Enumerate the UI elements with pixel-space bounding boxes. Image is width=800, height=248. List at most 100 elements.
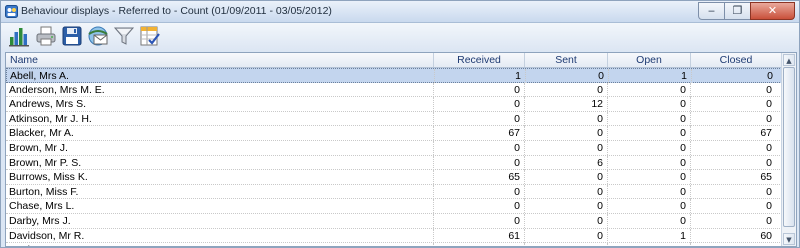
cell-open: 0 — [608, 213, 691, 228]
filter-funnel-icon — [113, 27, 135, 45]
column-header-closed[interactable]: Closed — [691, 53, 782, 67]
cell-closed: 60 — [760, 229, 772, 242]
cell-name: Andrews, Mrs S. — [9, 97, 434, 112]
table-row[interactable]: Burrows, Miss K. 65 0 0 65 — [6, 170, 782, 185]
cell-received: 0 — [434, 140, 525, 155]
cell-closed: 0 — [766, 156, 772, 169]
cell-open: 0 — [608, 97, 691, 112]
column-header-sent[interactable]: Sent — [525, 53, 608, 67]
behaviour-displays-window: Behaviour displays - Referred to - Count… — [0, 0, 800, 248]
cell-closed: 0 — [766, 112, 772, 125]
cell-name: Blacker, Mr A. — [9, 126, 434, 141]
vertical-scrollbar[interactable]: ▲ ▼ — [781, 53, 796, 246]
save-button[interactable] — [60, 24, 84, 48]
cell-open: 0 — [608, 126, 691, 141]
cell-sent: 0 — [525, 82, 608, 97]
column-chooser-icon — [140, 26, 160, 46]
column-chooser-button[interactable] — [138, 24, 162, 48]
cell-open: 1 — [608, 228, 691, 243]
table-row[interactable]: Darby, Mrs J. 0 0 0 0 — [6, 213, 782, 229]
scroll-down-arrow[interactable]: ▼ — [783, 233, 795, 245]
table-row[interactable]: Brown, Mr P. S. 0 6 0 0 — [6, 155, 782, 171]
cell-name: Burrows, Miss K. — [9, 170, 434, 185]
table-row[interactable]: Brown, Mr J. 0 0 0 0 — [6, 140, 782, 156]
scroll-thumb[interactable] — [783, 67, 795, 227]
table-row[interactable]: Abell, Mrs A. 1 0 1 0 — [6, 68, 782, 83]
cell-sent: 0 — [525, 126, 608, 141]
cell-sent: 0 — [525, 243, 608, 246]
cell-sent: 0 — [526, 69, 609, 83]
email-button[interactable] — [86, 24, 110, 48]
cell-open: 0 — [608, 140, 691, 155]
cell-sent: 6 — [525, 155, 608, 170]
email-icon — [88, 26, 108, 46]
cell-name: Anderson, Mrs M. E. — [9, 82, 434, 97]
filter-button[interactable] — [112, 24, 136, 48]
table-row[interactable]: Burton, Miss F. 0 0 0 0 — [6, 184, 782, 200]
close-button[interactable]: ✕ — [750, 2, 795, 20]
cell-name: Davidson, Mr R. — [9, 228, 434, 243]
table-row[interactable]: Davidson, Mr R. 61 0 1 60 — [6, 228, 782, 244]
cell-name: Davies, Mr G. — [9, 243, 434, 246]
cell-received: 0 — [434, 213, 525, 228]
cell-received: 0 — [434, 243, 525, 246]
data-grid: Name Received Sent Open Closed Abell, Mr… — [5, 52, 797, 247]
title-bar[interactable]: Behaviour displays - Referred to - Count… — [1, 1, 799, 23]
cell-received: 61 — [434, 228, 525, 243]
window-title: Behaviour displays - Referred to - Count… — [21, 5, 332, 17]
print-button[interactable] — [34, 24, 58, 48]
cell-sent: 0 — [525, 213, 608, 228]
cell-sent: 0 — [525, 184, 608, 199]
restore-button[interactable]: ❐ — [724, 2, 751, 20]
cell-sent: 0 — [525, 140, 608, 155]
printer-icon — [36, 26, 56, 46]
cell-open: 1 — [609, 69, 692, 83]
table-row[interactable]: Anderson, Mrs M. E. 0 0 0 0 — [6, 82, 782, 98]
cell-open: 0 — [608, 111, 691, 126]
cell-name: Brown, Mr J. — [9, 140, 434, 155]
cell-received: 0 — [434, 82, 525, 97]
column-header-open[interactable]: Open — [608, 53, 691, 67]
chart-button[interactable] — [7, 24, 31, 48]
cell-open: 0 — [608, 82, 691, 97]
cell-name: Darby, Mrs J. — [9, 213, 434, 228]
cell-closed: 0 — [691, 243, 776, 246]
cell-closed: 0 — [766, 141, 772, 154]
cell-open: 0 — [608, 170, 691, 185]
cell-received: 0 — [434, 111, 525, 126]
cell-closed: 0 — [766, 83, 772, 96]
table-row[interactable]: Blacker, Mr A. 67 0 0 67 — [6, 126, 782, 141]
cell-closed: 0 — [767, 70, 773, 82]
cell-received: 0 — [434, 97, 525, 112]
cell-open: 0 — [608, 155, 691, 170]
grid-header: Name Received Sent Open Closed — [6, 53, 782, 68]
cell-sent: 0 — [525, 111, 608, 126]
bar-chart-icon — [9, 28, 29, 47]
cell-sent: 0 — [525, 199, 608, 214]
table-row[interactable]: Davies, Mr G.0000 — [6, 243, 782, 246]
cell-closed: 0 — [766, 98, 772, 111]
save-disk-icon — [62, 26, 82, 46]
cell-received: 0 — [434, 155, 525, 170]
cell-name: Atkinson, Mr J. H. — [9, 111, 434, 126]
minimize-button[interactable]: ‒ — [698, 2, 725, 20]
cell-received: 0 — [434, 184, 525, 199]
cell-name: Abell, Mrs A. — [10, 69, 435, 83]
toolbar — [1, 23, 799, 51]
scroll-up-arrow[interactable]: ▲ — [783, 54, 795, 66]
column-header-name[interactable]: Name — [6, 53, 434, 67]
cell-name: Burton, Miss F. — [9, 184, 434, 199]
table-row[interactable]: Atkinson, Mr J. H. 0 0 0 0 — [6, 111, 782, 127]
cell-closed: 0 — [766, 185, 772, 198]
column-header-received[interactable]: Received — [434, 53, 525, 67]
table-row[interactable]: Andrews, Mrs S. 0 12 0 0 — [6, 97, 782, 112]
cell-name: Brown, Mr P. S. — [9, 155, 434, 170]
app-icon — [5, 5, 18, 18]
cell-received: 1 — [435, 69, 526, 83]
cell-sent: 12 — [525, 97, 608, 112]
cell-closed: 67 — [760, 127, 772, 140]
table-row[interactable]: Chase, Mrs L. 0 0 0 0 — [6, 199, 782, 214]
cell-sent: 0 — [525, 170, 608, 185]
cell-open: 0 — [608, 243, 691, 246]
cell-received: 65 — [434, 170, 525, 185]
